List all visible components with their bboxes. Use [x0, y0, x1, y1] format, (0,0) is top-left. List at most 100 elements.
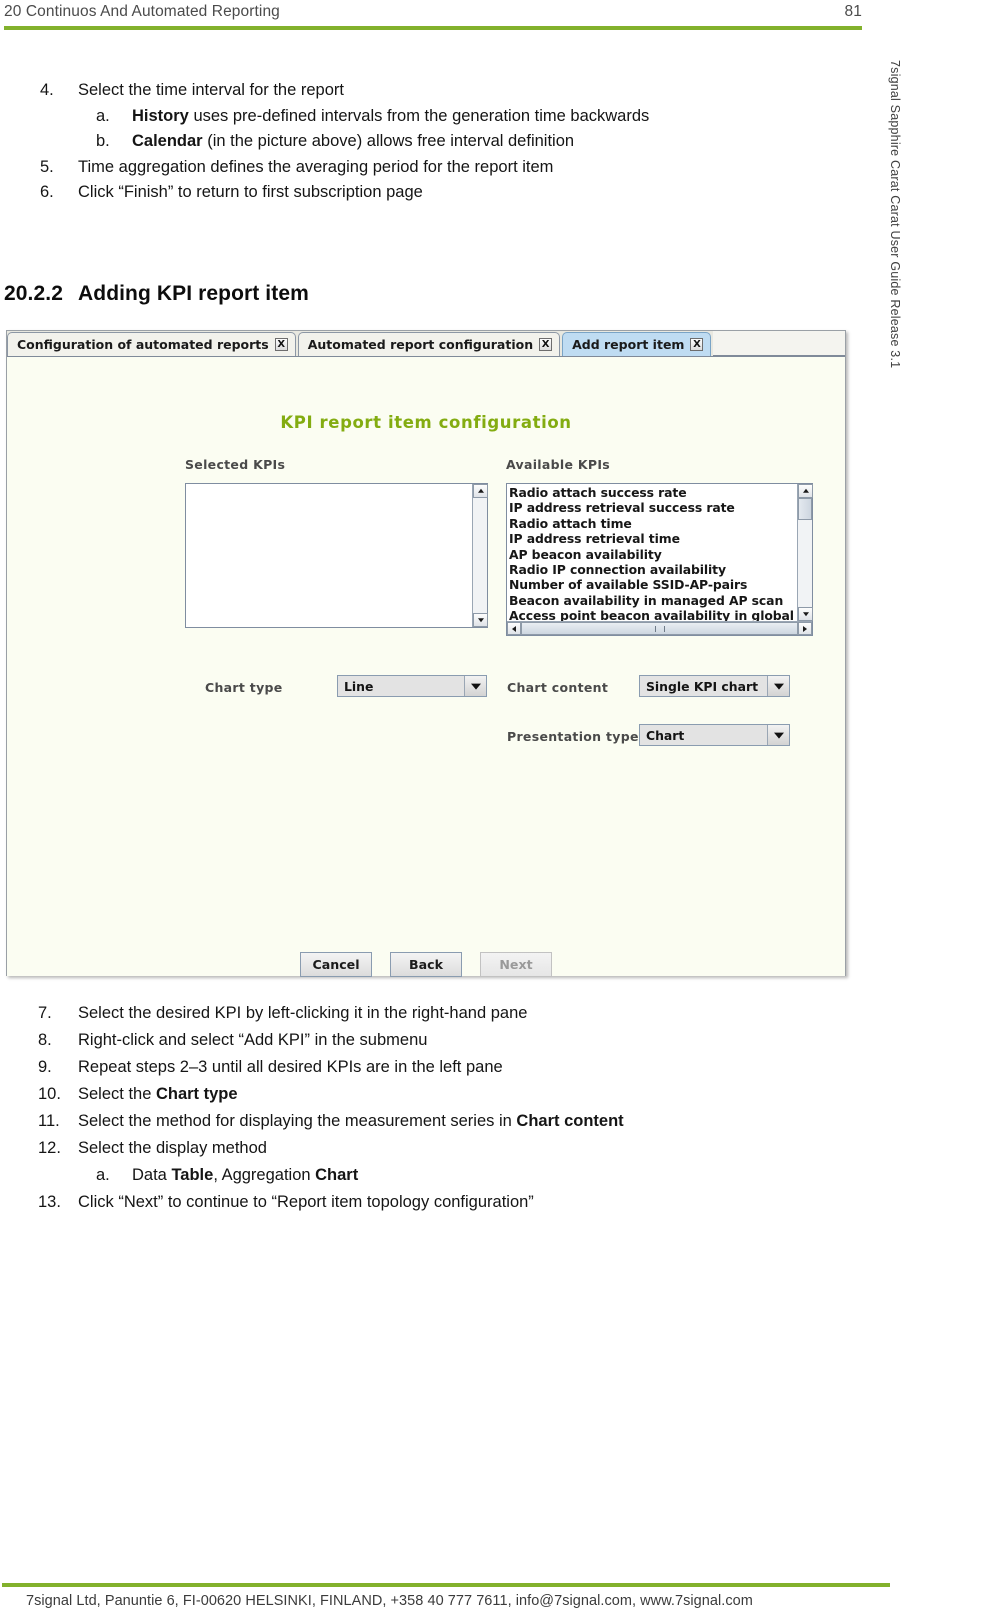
list-item[interactable]: IP address retrieval success rate	[509, 500, 797, 515]
header-title: 20 Continuos And Automated Reporting	[4, 3, 280, 20]
step-text: Select the desired KPI by left-clicking …	[78, 1004, 527, 1022]
scroll-thumb[interactable]	[798, 498, 812, 520]
presentation-type-select[interactable]: Chart	[639, 724, 790, 746]
step-item: 8. Right-click and select “Add KPI” in th…	[0, 1027, 900, 1054]
step-text-run: Time aggregation defines the averaging p…	[78, 157, 554, 176]
step-text-run: Repeat steps 2–3 until all desired KPIs …	[78, 1058, 503, 1076]
selected-kpis-items[interactable]	[186, 484, 472, 627]
scroll-up-icon[interactable]	[473, 484, 488, 498]
back-button[interactable]: Back	[390, 952, 462, 977]
step-text-run: uses pre-defined intervals from the gene…	[188, 106, 650, 125]
step-text: Click “Finish” to return to first subscr…	[78, 183, 423, 201]
scroll-track[interactable]	[798, 520, 812, 607]
next-button: Next	[480, 952, 552, 977]
step-item: 5. Time aggregation defines the averaging…	[0, 155, 870, 181]
step-text-emphasis: Calendar	[132, 132, 203, 150]
tab-inactive[interactable]: Configuration of automated reports X	[7, 332, 296, 356]
step-text-run: Click “Finish” to return to first subscr…	[78, 183, 423, 201]
tab-label: Configuration of automated reports	[17, 337, 269, 352]
available-kpis-listbox[interactable]: Radio attach success rate IP address retr…	[506, 483, 813, 636]
chevron-down-icon[interactable]	[464, 676, 486, 696]
step-text: Select the display method	[78, 1139, 267, 1157]
step-text-emphasis: Chart type	[155, 1085, 238, 1103]
step-text: Time aggregation defines the averaging p…	[78, 158, 553, 176]
step-number: a.	[96, 1166, 110, 1184]
scroll-down-icon[interactable]	[798, 607, 813, 621]
selected-kpis-listbox[interactable]	[185, 483, 488, 628]
close-icon[interactable]: X	[274, 338, 288, 351]
step-item: 10. Select the Chart type	[0, 1081, 900, 1108]
chart-type-select[interactable]: Line	[337, 675, 487, 697]
upper-instructions: 4. Select the time interval for the repor…	[0, 78, 870, 206]
step-number: a.	[96, 106, 110, 125]
list-item[interactable]: Radio IP connection availability	[509, 562, 797, 577]
scroll-up-icon[interactable]	[798, 484, 813, 498]
scroll-thumb[interactable]	[521, 622, 798, 635]
app-canvas: KPI report item configuration Selected K…	[7, 357, 845, 977]
scroll-right-icon[interactable]	[798, 622, 812, 635]
chart-content-label: Chart content	[507, 680, 609, 695]
steps-upper-list: 4. Select the time interval for the repor…	[0, 78, 870, 206]
step-item: 12. Select the display method	[0, 1135, 900, 1162]
step-number: 5.	[40, 157, 54, 176]
chevron-down-icon[interactable]	[767, 676, 789, 696]
step-item: 9. Repeat steps 2–3 until all desired KPI…	[0, 1054, 900, 1081]
list-item[interactable]: Radio attach success rate	[509, 485, 797, 500]
list-item[interactable]: Access point beacon availability in glob…	[509, 608, 797, 621]
step-item: a. History uses pre-defined intervals fro…	[0, 104, 870, 130]
section-heading: 20.2.2 Adding KPI report item	[4, 282, 309, 306]
step-text: Data Table, Aggregation Chart	[132, 1166, 358, 1184]
available-kpis-items[interactable]: Radio attach success rate IP address retr…	[507, 484, 797, 621]
list-item[interactable]: Beacon availability in managed AP scan	[509, 593, 797, 608]
tab-label: Add report item	[572, 337, 685, 352]
list-item[interactable]: Radio attach time	[509, 516, 797, 531]
cancel-button[interactable]: Cancel	[300, 952, 372, 977]
tab-active[interactable]: Add report item X	[562, 332, 712, 356]
step-number: 13.	[38, 1193, 61, 1211]
list-item[interactable]: Number of available SSID-AP-pairs	[509, 577, 797, 592]
step-item: 6. Click “Finish” to return to first subs…	[0, 180, 870, 206]
step-text-emphasis: Table	[171, 1166, 214, 1184]
step-item: b. Calendar (in the picture above) allows…	[0, 129, 870, 155]
chart-content-select[interactable]: Single KPI chart	[639, 675, 790, 697]
section-number: 20.2.2	[4, 282, 63, 305]
step-item: 13. Click “Next” to continue to “Report i…	[0, 1189, 900, 1216]
step-text: Calendar (in the picture above) allows f…	[132, 132, 574, 150]
tab-bar-filler	[713, 331, 845, 356]
close-icon[interactable]: X	[539, 338, 553, 351]
presentation-type-label: Presentation type	[507, 729, 639, 744]
step-item: 7. Select the desired KPI by left-clickin…	[0, 1000, 900, 1027]
step-text: Click “Next” to continue to “Report item…	[78, 1193, 534, 1211]
available-kpis-label: Available KPIs	[506, 457, 611, 472]
tab-bar: Configuration of automated reports X Autom…	[7, 331, 845, 357]
scroll-down-icon[interactable]	[473, 613, 488, 627]
list-item[interactable]: AP beacon availability	[509, 547, 797, 562]
close-icon[interactable]: X	[690, 338, 704, 351]
presentation-type-value: Chart	[646, 727, 685, 743]
list-item[interactable]: IP address retrieval time	[509, 531, 797, 546]
step-text-emphasis: Chart	[315, 1166, 359, 1184]
dialog-title: KPI report item configuration	[280, 413, 572, 432]
step-item: 11. Select the method for displaying the …	[0, 1108, 900, 1135]
scroll-track[interactable]	[473, 498, 487, 613]
available-kpis-vertical-scrollbar[interactable]	[797, 484, 813, 621]
chevron-down-icon[interactable]	[767, 725, 789, 745]
step-number: 9.	[38, 1058, 52, 1076]
step-text-run: , Aggregation	[213, 1166, 316, 1184]
step-text-run: Click “Next” to continue to “Report item…	[78, 1193, 534, 1211]
step-text-run: Select the display method	[78, 1139, 267, 1157]
step-text-run: Data	[132, 1166, 172, 1184]
step-text-run: Select the	[78, 1085, 156, 1103]
tab-inactive[interactable]: Automated report configuration X	[297, 332, 561, 356]
step-text-run: (in the picture above) allows free inter…	[202, 132, 575, 150]
selected-kpis-vertical-scrollbar[interactable]	[472, 484, 488, 627]
chart-type-value: Line	[344, 678, 374, 694]
available-kpis-horizontal-scrollbar[interactable]	[507, 621, 812, 635]
tab-label: Automated report configuration	[307, 337, 534, 352]
scroll-left-icon[interactable]	[507, 622, 521, 635]
step-item: a. Data Table, Aggregation Chart	[0, 1162, 900, 1189]
page-header: 20 Continuos And Automated Reporting 81	[0, 0, 862, 30]
step-number: 12.	[38, 1139, 61, 1157]
step-item: 4. Select the time interval for the repor…	[0, 78, 870, 104]
steps-lower-list: 7. Select the desired KPI by left-clickin…	[0, 1000, 900, 1216]
